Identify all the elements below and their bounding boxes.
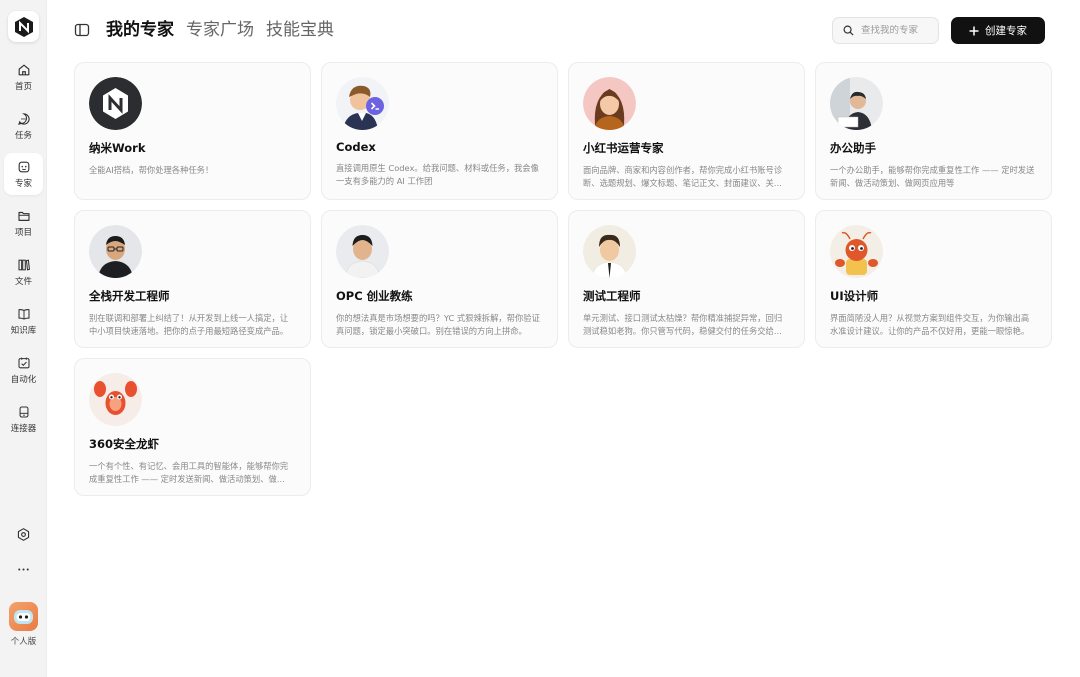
nami-logo-icon xyxy=(89,77,142,130)
create-expert-label: 创建专家 xyxy=(985,25,1027,37)
create-expert-button[interactable]: 创建专家 xyxy=(951,17,1045,44)
sidebar-toggle-button[interactable] xyxy=(74,22,90,38)
expert-card[interactable]: 办公助手 一个办公助手，能够帮你完成重复性工作 —— 定时发送新闻、做活动策划、… xyxy=(815,62,1052,200)
expert-card[interactable]: 测试工程师 单元测试、接口测试太枯燥？帮你精准捕捉异常，回归测试稳如老狗。你只管… xyxy=(568,210,805,348)
expert-description: 你的想法真是市场想要的吗？YC 式狠辣拆解，帮你验证真问题，锁定最小突破口。别在… xyxy=(336,313,540,336)
sidebar-item-label: 首页 xyxy=(14,81,32,92)
expert-name: 测试工程师 xyxy=(583,289,641,303)
expert-card[interactable]: 全栈开发工程师 别在联调和部署上纠结了！从开发到上线一人搞定，让中小项目快速落地… xyxy=(74,210,311,348)
sidebar-item-experts[interactable]: 专家 xyxy=(4,153,43,195)
search-input[interactable] xyxy=(861,25,931,36)
expert-card[interactable]: UI设计师 界面简陋没人用？从视觉方案到组件交互，为你输出高水准设计建议。让你的… xyxy=(815,210,1052,348)
sidebar-item-label: 连接器 xyxy=(10,423,37,434)
sidebar-item-files[interactable]: 文件 xyxy=(4,251,43,293)
user-avatar[interactable] xyxy=(9,602,38,631)
sidebar-item-label: 任务 xyxy=(14,130,32,141)
library-icon xyxy=(17,259,30,270)
lobster-avatar-icon xyxy=(89,373,142,426)
expert-card[interactable]: OPC 创业教练 你的想法真是市场想要的吗？YC 式狠辣拆解，帮你验证真问题，锁… xyxy=(321,210,558,348)
nami-logo-icon xyxy=(14,16,33,37)
expert-name: 纳米Work xyxy=(89,141,146,155)
expert-description: 别在联调和部署上纠结了！从开发到上线一人搞定，让中小项目快速落地。把你的点子用最… xyxy=(89,313,289,336)
woman-avatar-icon xyxy=(583,77,636,130)
sidebar-item-label: 专家 xyxy=(14,178,32,189)
expert-description: 界面简陋没人用？从视觉方案到组件交互，为你输出高水准设计建议。让你的产品不仅好用… xyxy=(830,313,1030,336)
expert-avatar xyxy=(89,225,142,278)
expert-avatar xyxy=(89,373,142,426)
sidebar-item-tasks[interactable]: 任务 xyxy=(4,105,43,147)
expert-name: OPC 创业教练 xyxy=(336,289,413,303)
expert-avatar xyxy=(336,77,389,130)
expert-description: 一个有个性、有记忆、会用工具的智能体，能够帮你完成重复性工作 —— 定时发送新闻… xyxy=(89,461,289,484)
expert-description: 直接调用原生 Codex。给我问题、材料或任务，我会像一支有多能力的 AI 工作… xyxy=(336,163,539,186)
tab-expert-plaza[interactable]: 专家广场 xyxy=(186,17,254,43)
expert-card[interactable]: Codex 直接调用原生 Codex。给我问题、材料或任务，我会像一支有多能力的… xyxy=(321,62,558,200)
sidebar-item-label: 知识库 xyxy=(10,325,37,336)
sidebar-item-automation[interactable]: 自动化 xyxy=(4,349,43,391)
sidebar: 首页 任务 专家 项目 文件 知识库 自动化 连接器 个人版 xyxy=(0,0,47,677)
codex-avatar-icon xyxy=(336,77,389,130)
gear-icon xyxy=(17,528,30,541)
sidebar-item-projects[interactable]: 项目 xyxy=(4,202,43,244)
calendar-check-icon xyxy=(17,357,30,368)
expert-name: 小红书运营专家 xyxy=(583,141,664,155)
expert-description: 全能AI搭档，帮你处理各种任务！ xyxy=(89,165,214,175)
expert-avatar xyxy=(830,225,883,278)
expert-avatar xyxy=(583,225,636,278)
expert-description: 单元测试、接口测试太枯燥？帮你精准捕捉异常，回归测试稳如老狗。你只管写代码，稳健… xyxy=(583,313,783,336)
app-logo[interactable] xyxy=(8,11,39,42)
expert-avatar xyxy=(583,77,636,130)
panel-toggle-icon xyxy=(74,23,90,37)
expert-avatar xyxy=(336,225,389,278)
search-box[interactable] xyxy=(832,17,939,44)
more-icon xyxy=(18,568,29,571)
expert-description: 面向品牌、商家和内容创作者，帮你完成小红书账号诊断、选题规划、爆文标题、笔记正文… xyxy=(583,165,783,188)
sidebar-item-home[interactable]: 首页 xyxy=(4,56,43,98)
book-icon xyxy=(17,308,30,320)
tester-avatar-icon xyxy=(583,225,636,278)
developer-avatar-icon xyxy=(89,225,142,278)
device-icon xyxy=(19,405,28,418)
chat-icon xyxy=(17,112,30,125)
office-avatar-icon xyxy=(830,77,883,130)
sidebar-item-label: 文件 xyxy=(14,276,32,287)
expert-grid: 纳米Work 全能AI搭档，帮你处理各种任务！ Codex 直接调用原生 Cod… xyxy=(74,62,1052,496)
folder-icon xyxy=(17,211,30,221)
plus-icon xyxy=(969,26,979,35)
coach-avatar-icon xyxy=(336,225,389,278)
robot-avatar-icon xyxy=(14,609,33,624)
expert-avatar xyxy=(830,77,883,130)
sidebar-item-label: 项目 xyxy=(14,227,32,238)
expert-name: 全栈开发工程师 xyxy=(89,289,170,303)
expert-name: UI设计师 xyxy=(830,289,879,303)
expert-name: 办公助手 xyxy=(830,141,876,155)
sidebar-item-connectors[interactable]: 连接器 xyxy=(4,398,43,440)
search-icon xyxy=(843,25,854,36)
expert-avatar xyxy=(89,77,142,130)
expert-name: Codex xyxy=(336,140,376,154)
expert-card[interactable]: 360安全龙虾 一个有个性、有记忆、会用工具的智能体，能够帮你完成重复性工作 —… xyxy=(74,358,311,496)
settings-button[interactable] xyxy=(15,526,32,543)
expert-card[interactable]: 小红书运营专家 面向品牌、商家和内容创作者，帮你完成小红书账号诊断、选题规划、爆… xyxy=(568,62,805,200)
expert-description: 一个办公助手，能够帮你完成重复性工作 —— 定时发送新闻、做活动策划、做网页应用… xyxy=(830,165,1035,188)
tab-my-experts[interactable]: 我的专家 xyxy=(106,17,174,43)
home-icon xyxy=(18,64,29,75)
user-plan-label: 个人版 xyxy=(10,637,37,647)
designer-avatar-icon xyxy=(830,225,883,278)
expert-icon xyxy=(18,161,29,172)
expert-name: 360安全龙虾 xyxy=(89,437,160,451)
header-tabs: 我的专家 专家广场 技能宝典 xyxy=(106,17,334,43)
tab-skill-book[interactable]: 技能宝典 xyxy=(266,17,334,43)
sidebar-item-label: 自动化 xyxy=(10,374,37,385)
more-button[interactable] xyxy=(15,561,32,578)
expert-card[interactable]: 纳米Work 全能AI搭档，帮你处理各种任务！ xyxy=(74,62,311,200)
sidebar-item-knowledge[interactable]: 知识库 xyxy=(4,300,43,342)
